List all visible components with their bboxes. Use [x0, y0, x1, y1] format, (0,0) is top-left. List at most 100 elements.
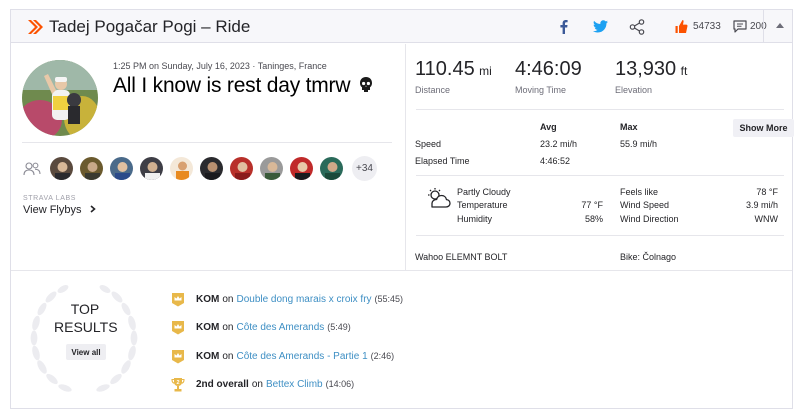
- strava-labs-label: STRAVA LABS: [23, 195, 77, 202]
- result-time: (2:46): [370, 351, 395, 361]
- result-on: on: [251, 378, 263, 390]
- device-name: Wahoo ELEMNT BOLT: [415, 252, 508, 262]
- elevation-stat: 13,930 ft: [615, 58, 687, 81]
- result-time: (55:45): [374, 294, 404, 304]
- activity-title: All I know is rest day tmrw: [113, 74, 373, 98]
- moving-time-stat: 4:46:09: [515, 58, 582, 81]
- distance-stat: 110.45 mi: [415, 58, 492, 81]
- speed-label: Speed: [415, 139, 442, 149]
- wind-direction-value: WNW: [754, 214, 779, 224]
- distance-value: 110.45: [415, 58, 475, 80]
- athlete-avatar-small[interactable]: [169, 156, 194, 181]
- athlete-avatar-small[interactable]: [199, 156, 224, 181]
- comment-count[interactable]: 200: [750, 21, 767, 32]
- laurel-icon: [30, 285, 138, 392]
- device-divider: [416, 235, 784, 236]
- weather-condition: Partly Cloudy: [457, 187, 511, 197]
- comment-icon[interactable]: [733, 18, 747, 35]
- top-results-title-line1: TOP: [70, 301, 100, 317]
- trophy-2-icon: 2: [171, 377, 185, 391]
- athlete-avatar-small[interactable]: [139, 156, 164, 181]
- speed-max: 55.9 mi/h: [620, 139, 658, 149]
- share-icon[interactable]: [629, 18, 645, 35]
- athlete-avatar-small[interactable]: [49, 156, 74, 181]
- distance-label: Distance: [415, 85, 451, 95]
- activity-stats: 110.45 mi Distance 4:46:09 Moving Time 1…: [406, 44, 794, 270]
- group-icon: [23, 162, 41, 176]
- humidity-value: 58%: [584, 214, 603, 224]
- distance-unit: mi: [479, 64, 492, 78]
- header-divider: [763, 10, 764, 43]
- top-results-title: TOP RESULTS: [54, 300, 118, 336]
- twitter-icon[interactable]: [593, 18, 608, 35]
- feels-like-label: Feels like: [620, 187, 659, 197]
- result-on: on: [222, 350, 234, 362]
- view-flybys-label[interactable]: View Flybys: [23, 204, 81, 216]
- segment-link[interactable]: Côte des Amerands: [236, 322, 324, 333]
- activity-header: Tadej Pogačar Pogi – Ride 54733 200: [11, 10, 792, 43]
- view-flybys-link[interactable]: View Flybys: [23, 204, 96, 216]
- wind-speed-value: 3.9 mi/h: [745, 200, 778, 210]
- athlete-avatar-small[interactable]: [259, 156, 284, 181]
- athlete-avatar-small[interactable]: [109, 156, 134, 181]
- result-time: (14:06): [325, 379, 355, 389]
- collapse-caret-icon[interactable]: [776, 23, 784, 28]
- athlete-avatar-small[interactable]: [79, 156, 104, 181]
- moving-time-value: 4:46:09: [515, 58, 582, 80]
- chevron-right-icon: [90, 205, 96, 213]
- moving-time-label: Moving Time: [515, 85, 567, 95]
- feels-like-value: 78 °F: [756, 187, 778, 197]
- wind-direction-label: Wind Direction: [620, 214, 679, 224]
- top-results-title-line2: RESULTS: [54, 319, 118, 335]
- elevation-label: Elevation: [615, 85, 653, 95]
- section-divider: [11, 270, 792, 271]
- athlete-avatar[interactable]: [22, 60, 98, 136]
- stats-divider: [416, 109, 784, 110]
- elevation-unit: ft: [680, 64, 688, 78]
- athlete-avatar-small[interactable]: [289, 156, 314, 181]
- result-kind: 2nd overall: [196, 378, 249, 390]
- view-all-button[interactable]: View all: [66, 344, 106, 360]
- weather-divider: [416, 175, 784, 176]
- athlete-avatar-small[interactable]: [319, 156, 344, 181]
- partly-cloudy-icon: [428, 188, 451, 208]
- result-on: on: [222, 321, 234, 333]
- kom-crown-icon: [172, 320, 184, 334]
- elapsed-time-avg: 4:46:52: [540, 156, 571, 166]
- segment-link[interactable]: Côte des Amerands - Partie 1: [236, 351, 367, 362]
- speed-avg: 23.2 mi/h: [540, 139, 578, 149]
- activity-datetime: 1:25 PM on Sunday, July 16, 2023 · Tanin…: [113, 61, 327, 71]
- page-title: Tadej Pogačar Pogi – Ride: [49, 17, 251, 36]
- wind-speed-label: Wind Speed: [620, 200, 670, 210]
- segment-link[interactable]: Bettex Climb: [266, 379, 323, 390]
- result-kind: KOM: [196, 350, 220, 362]
- facebook-icon[interactable]: [559, 18, 568, 35]
- temperature-value: 77 °F: [581, 200, 603, 210]
- athlete-avatar-small[interactable]: [229, 156, 254, 181]
- result-kind: KOM: [196, 321, 220, 333]
- activity-card: Tadej Pogačar Pogi – Ride 54733 200 1:25…: [10, 9, 794, 409]
- result-kind: KOM: [196, 293, 220, 305]
- svg-text:2: 2: [176, 380, 179, 386]
- kudos-count[interactable]: 54733: [693, 21, 721, 32]
- avg-column-header: Avg: [540, 122, 557, 132]
- more-athletes-count[interactable]: +34: [352, 156, 377, 181]
- humidity-label: Humidity: [457, 214, 493, 224]
- kom-crown-icon: [172, 349, 184, 363]
- show-more-button[interactable]: Show More: [733, 119, 794, 137]
- elapsed-time-label: Elapsed Time: [415, 156, 470, 166]
- max-column-header: Max: [620, 122, 638, 132]
- top-result-item: KOM on Côte des Amerands (5:49): [171, 319, 351, 335]
- strava-logo-icon[interactable]: [27, 19, 43, 35]
- kom-crown-icon: [172, 292, 184, 306]
- activity-summary: 1:25 PM on Sunday, July 16, 2023 · Tanin…: [11, 44, 405, 270]
- result-time: (5:49): [327, 322, 351, 332]
- top-result-item: KOM on Double dong marais x croix fry (5…: [171, 291, 403, 307]
- kudos-icon[interactable]: [675, 18, 688, 35]
- summary-divider: [22, 142, 392, 143]
- segment-link[interactable]: Double dong marais x croix fry: [236, 294, 371, 305]
- skull-emoji-icon: [359, 77, 372, 92]
- activity-title-text: All I know is rest day tmrw: [113, 74, 351, 97]
- elevation-value: 13,930: [615, 58, 677, 80]
- bike-name: Bike: Čolnago: [620, 252, 677, 262]
